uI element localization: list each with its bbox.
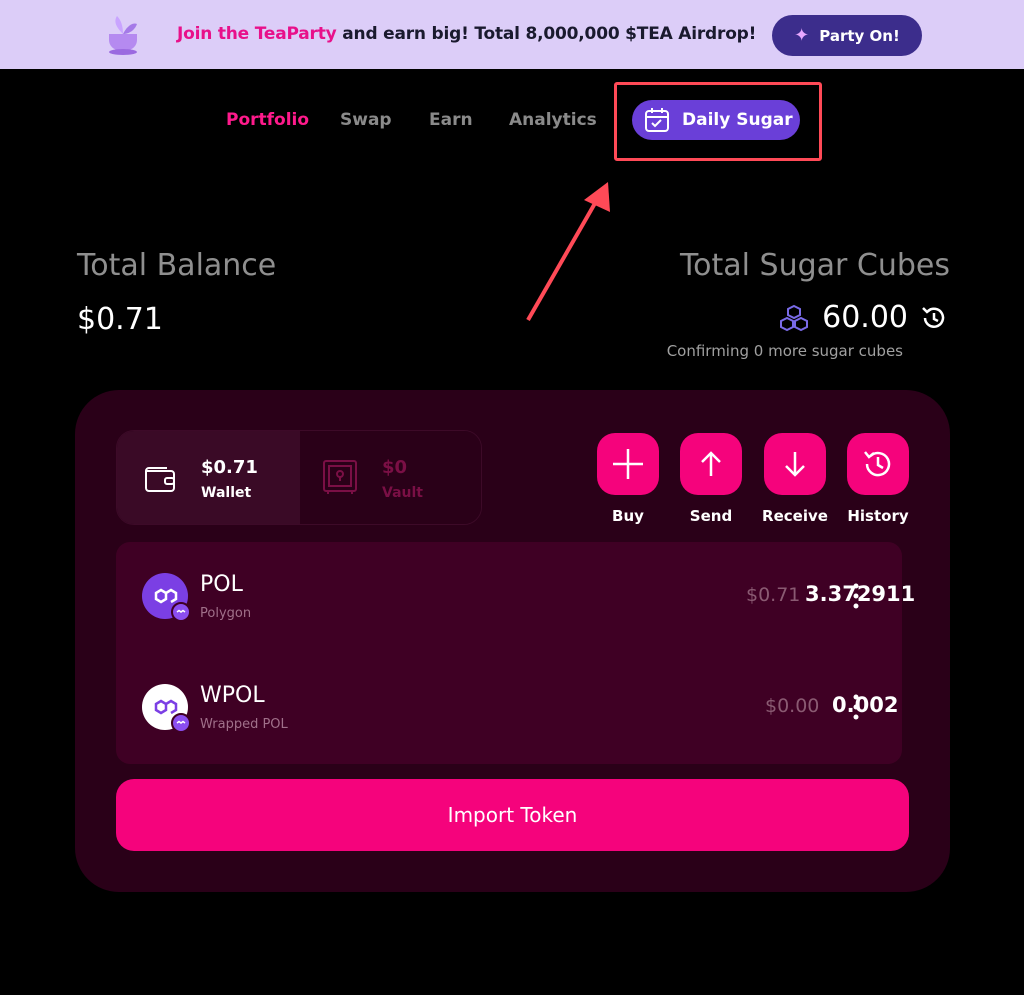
token-list: POL Polygon $0.71 3.372911 WPOL Wrapped …	[116, 542, 915, 764]
token-amount: 0.002	[832, 693, 899, 717]
import-token-button[interactable]: Import Token	[116, 779, 909, 851]
sugar-confirming-text: Confirming 0 more sugar cubes	[666, 342, 903, 360]
vault-amount: $0	[382, 457, 408, 478]
buy-button[interactable]: Buy	[588, 433, 668, 525]
wallet-vault-toggle: $0.71 Wallet $0 Vault	[116, 430, 482, 525]
send-label: Send	[689, 507, 733, 525]
send-button[interactable]: Send	[671, 433, 751, 525]
annotation-arrow-icon	[526, 182, 610, 321]
token-name: POL	[200, 572, 243, 597]
arrow-down-icon	[785, 452, 805, 477]
nav-swap[interactable]: Swap	[340, 110, 392, 130]
vault-label: Vault	[382, 485, 423, 501]
vault-safe-icon	[323, 460, 357, 494]
token-usd-value: $0.00	[765, 695, 820, 717]
arrow-up-icon	[701, 451, 721, 476]
history-label: History	[847, 507, 909, 525]
banner-text: Join the TeaParty and earn big! Total 8,…	[177, 24, 756, 44]
wpol-token-icon	[142, 684, 190, 732]
sugar-cubes-icon	[780, 304, 809, 331]
vault-tab[interactable]: $0 Vault	[300, 431, 481, 524]
polygon-token-icon	[142, 573, 190, 621]
sparkle-icon: ✦	[794, 25, 810, 46]
send-circle[interactable]	[680, 433, 742, 495]
token-row-wpol[interactable]: WPOL Wrapped POL $0.00 0.002	[116, 653, 902, 764]
wallet-tab[interactable]: $0.71 Wallet	[117, 431, 300, 524]
buy-circle[interactable]	[597, 433, 659, 495]
history-icon[interactable]	[920, 304, 948, 332]
token-network: Wrapped POL	[200, 717, 288, 732]
buy-label: Buy	[612, 507, 644, 525]
token-network: Polygon	[200, 606, 252, 621]
party-on-label: Party On!	[819, 26, 900, 45]
nav-portfolio[interactable]: Portfolio	[226, 110, 309, 130]
banner-text-rest: and earn big! Total 8,000,000 $TEA Airdr…	[336, 24, 757, 44]
nav-analytics[interactable]: Analytics	[509, 110, 597, 130]
more-vertical-icon[interactable]	[851, 693, 861, 721]
promo-banner: Join the TeaParty and earn big! Total 8,…	[0, 0, 1024, 69]
teaparty-logo-icon	[109, 16, 137, 55]
receive-label: Receive	[762, 507, 828, 525]
banner-teaparty-link[interactable]: Join the TeaParty	[177, 24, 337, 44]
plus-icon	[613, 449, 643, 479]
annotation-highlight-box	[614, 82, 822, 161]
history-circle[interactable]	[847, 433, 909, 495]
total-sugar-value: 60.00	[822, 300, 908, 335]
total-sugar-label: Total Sugar Cubes	[679, 248, 950, 283]
total-balance-value: $0.71	[77, 302, 163, 337]
wallet-amount: $0.71	[201, 457, 258, 478]
more-vertical-icon[interactable]	[851, 582, 861, 610]
token-row-pol[interactable]: POL Polygon $0.71 3.372911	[116, 542, 915, 653]
party-on-button[interactable]: ✦ Party On!	[772, 15, 922, 56]
history-button[interactable]: History	[838, 433, 918, 525]
receive-circle[interactable]	[764, 433, 826, 495]
sugar-value-row: 60.00	[778, 300, 948, 335]
total-balance-label: Total Balance	[77, 248, 277, 283]
portfolio-card: $0.71 Wallet $0 Vault Buy Send Receive H…	[75, 390, 950, 892]
main-nav: Portfolio Swap Earn Analytics Daily Suga…	[0, 100, 1024, 140]
nav-earn[interactable]: Earn	[429, 110, 473, 130]
wallet-icon	[145, 467, 175, 492]
wallet-label: Wallet	[201, 485, 252, 501]
history-icon	[864, 451, 891, 477]
token-name: WPOL	[200, 683, 265, 708]
receive-button[interactable]: Receive	[755, 433, 835, 525]
token-usd-value: $0.71	[746, 584, 801, 606]
